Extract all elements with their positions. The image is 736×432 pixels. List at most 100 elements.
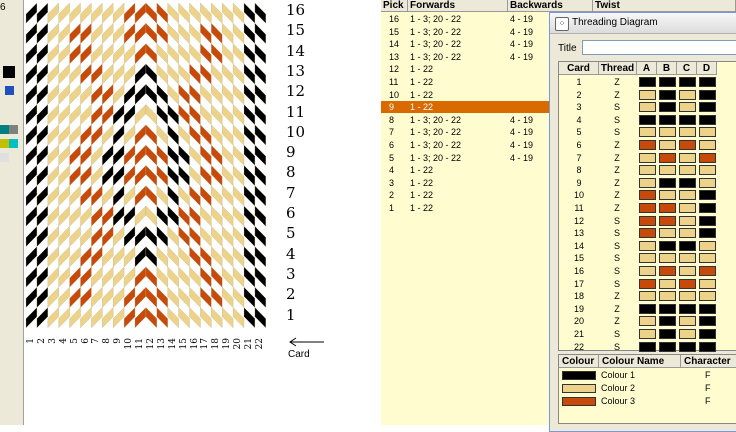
thread-direction-cell[interactable]: S <box>599 101 635 114</box>
hole-colour-cell[interactable] <box>679 190 696 201</box>
hole-colour-cell[interactable] <box>659 177 676 188</box>
hole-colour-cell[interactable] <box>699 203 716 213</box>
card-row[interactable]: 13 S <box>559 227 736 240</box>
hole-colour-cell[interactable] <box>639 240 656 251</box>
thread-direction-cell[interactable]: Z <box>599 290 635 303</box>
thread-direction-cell[interactable]: S <box>599 240 635 253</box>
hole-colour-cell[interactable] <box>659 165 676 176</box>
card-row[interactable]: 6Z <box>559 139 736 152</box>
thread-direction-cell[interactable]: Z <box>599 189 635 202</box>
thread-direction-cell[interactable]: S <box>599 328 635 341</box>
hole-colour-cell[interactable] <box>679 203 696 213</box>
colour-swatch[interactable] <box>0 139 9 148</box>
card-row[interactable]: 19 Z <box>559 303 736 316</box>
hole-colour-cell[interactable] <box>639 266 656 276</box>
card-row[interactable]: 5S <box>559 126 736 139</box>
hole-colour-cell[interactable] <box>679 278 696 289</box>
hole-colour-cell[interactable] <box>659 228 676 239</box>
hole-colour-cell[interactable] <box>699 114 716 125</box>
hole-colour-cell[interactable] <box>639 341 656 352</box>
hole-colour-cell[interactable] <box>659 240 676 251</box>
card-row[interactable]: 1Z <box>559 76 736 89</box>
hole-colour-cell[interactable] <box>659 190 676 201</box>
hole-colour-cell[interactable] <box>639 102 656 113</box>
card-row[interactable]: 2Z <box>559 89 736 102</box>
hole-colour-cell[interactable] <box>639 203 656 213</box>
colour-swatch[interactable] <box>9 139 18 148</box>
card-row[interactable]: 22 S <box>559 341 736 354</box>
hole-colour-cell[interactable] <box>679 127 696 138</box>
hole-colour-cell[interactable] <box>699 329 716 339</box>
hole-colour-cell[interactable] <box>639 140 656 150</box>
card-row[interactable]: 20 Z <box>559 315 736 328</box>
hole-colour-cell[interactable] <box>639 215 656 226</box>
hole-colour-cell[interactable] <box>639 278 656 289</box>
hole-colour-cell[interactable] <box>679 77 696 87</box>
hole-colour-cell[interactable] <box>699 102 716 113</box>
hole-colour-cell[interactable] <box>659 152 676 163</box>
thread-direction-cell[interactable]: S <box>599 265 635 278</box>
hole-colour-cell[interactable] <box>659 127 676 138</box>
hole-colour-cell[interactable] <box>699 127 716 138</box>
card-row[interactable]: 3S <box>559 101 736 114</box>
hole-colour-cell[interactable] <box>679 316 696 327</box>
hole-colour-cell[interactable] <box>699 291 716 302</box>
hole-colour-cell[interactable] <box>699 316 716 327</box>
hole-colour-cell[interactable] <box>699 253 716 264</box>
thread-direction-cell[interactable]: Z <box>599 164 635 177</box>
hole-colour-cell[interactable] <box>659 102 676 113</box>
thread-direction-cell[interactable]: Z <box>599 89 635 102</box>
thread-direction-cell[interactable]: Z <box>599 303 635 316</box>
colour-swatch[interactable] <box>0 125 9 134</box>
card-row[interactable]: 8Z <box>559 164 736 177</box>
hole-colour-cell[interactable] <box>679 341 696 352</box>
colour-swatch[interactable] <box>3 66 15 78</box>
card-row[interactable]: 12 S <box>559 215 736 228</box>
thread-direction-cell[interactable]: Z <box>599 202 635 215</box>
colour-swatch[interactable] <box>5 86 14 95</box>
card-row[interactable]: 10 Z <box>559 189 736 202</box>
card-row[interactable]: 4S <box>559 114 736 127</box>
hole-colour-cell[interactable] <box>659 203 676 213</box>
card-row[interactable]: 15 S <box>559 252 736 265</box>
card-row[interactable]: 21 S <box>559 328 736 341</box>
hole-colour-cell[interactable] <box>699 190 716 201</box>
card-row[interactable]: 16 S <box>559 265 736 278</box>
hole-colour-cell[interactable] <box>659 114 676 125</box>
hole-colour-cell[interactable] <box>679 152 696 163</box>
thread-direction-cell[interactable]: Z <box>599 315 635 328</box>
colour-row[interactable]: Colour 1 F <box>559 369 736 382</box>
card-row[interactable]: 11 Z <box>559 202 736 215</box>
hole-colour-cell[interactable] <box>659 215 676 226</box>
hole-colour-cell[interactable] <box>639 77 656 87</box>
hole-colour-cell[interactable] <box>699 266 716 276</box>
colour-row[interactable]: Colour 3 F <box>559 395 736 408</box>
draft-canvas[interactable] <box>24 0 324 345</box>
hole-colour-cell[interactable] <box>659 329 676 339</box>
hole-colour-cell[interactable] <box>639 329 656 339</box>
hole-colour-cell[interactable] <box>659 266 676 276</box>
thread-direction-cell[interactable]: Z <box>599 152 635 165</box>
hole-colour-cell[interactable] <box>659 278 676 289</box>
colour-swatch[interactable] <box>562 371 596 380</box>
hole-colour-cell[interactable] <box>639 127 656 138</box>
hole-colour-cell[interactable] <box>659 89 676 100</box>
hole-colour-cell[interactable] <box>659 77 676 87</box>
card-row[interactable]: 18 Z <box>559 290 736 303</box>
thread-direction-cell[interactable]: S <box>599 114 635 127</box>
thread-direction-cell[interactable]: S <box>599 341 635 354</box>
hole-colour-cell[interactable] <box>659 253 676 264</box>
hole-colour-cell[interactable] <box>699 152 716 163</box>
hole-colour-cell[interactable] <box>679 228 696 239</box>
colour-swatch[interactable] <box>562 397 596 406</box>
hole-colour-cell[interactable] <box>699 215 716 226</box>
hole-colour-cell[interactable] <box>679 329 696 339</box>
hole-colour-cell[interactable] <box>639 114 656 125</box>
hole-colour-cell[interactable] <box>659 316 676 327</box>
hole-colour-cell[interactable] <box>659 140 676 150</box>
card-row[interactable]: 14 S <box>559 240 736 253</box>
hole-colour-cell[interactable] <box>639 177 656 188</box>
thread-direction-cell[interactable]: S <box>599 278 635 291</box>
hole-colour-cell[interactable] <box>679 140 696 150</box>
hole-colour-cell[interactable] <box>679 177 696 188</box>
